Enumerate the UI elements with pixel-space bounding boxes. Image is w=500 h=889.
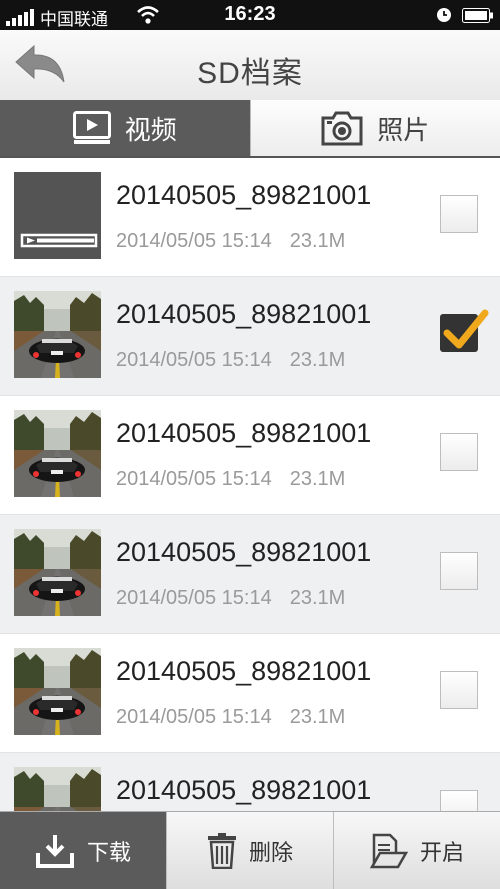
video-placeholder-thumbnail [14, 172, 101, 259]
tab-video-label: 视频 [125, 110, 177, 147]
file-row[interactable]: 20140505_89821001 2014/05/05 15:14 23.1M [0, 634, 500, 753]
tab-video[interactable]: 视频 [0, 100, 250, 156]
file-row[interactable]: 20140505_89821001 2014/05/05 15:14 23.1M [0, 158, 500, 277]
file-name: 20140505_89821001 [116, 656, 371, 687]
video-thumbnail [14, 529, 101, 616]
select-checkbox[interactable] [440, 433, 478, 471]
download-label: 下载 [87, 835, 131, 867]
open-label: 开启 [420, 835, 464, 867]
file-size: 23.1M [290, 349, 346, 371]
file-date: 2014/05/05 15:14 [116, 349, 272, 371]
file-meta: 2014/05/05 15:14 23.1M [116, 468, 345, 491]
file-meta: 2014/05/05 15:14 23.1M [116, 706, 345, 729]
file-row[interactable]: 20140505_89821001 2014/05/05 15:14 23.1M [0, 396, 500, 515]
navigation-bar: SD档案 [0, 30, 500, 101]
video-thumbnail [14, 648, 101, 735]
file-row[interactable]: 20140505_89821001 2014/05/05 15:14 23.1M [0, 515, 500, 634]
tab-photo[interactable]: 照片 [250, 100, 500, 156]
file-date: 2014/05/05 15:14 [116, 587, 272, 609]
video-thumbnail [14, 767, 101, 811]
file-name: 20140505_89821001 [116, 537, 371, 568]
file-meta: 2014/05/05 15:14 23.1M [116, 349, 345, 372]
video-thumbnail [14, 410, 101, 497]
open-folder-icon [370, 833, 408, 869]
file-date: 2014/05/05 15:14 [116, 468, 272, 490]
file-name: 20140505_89821001 [116, 775, 371, 806]
file-meta: 2014/05/05 15:14 23.1M [116, 230, 345, 253]
checkmark-icon [439, 307, 491, 357]
file-date: 2014/05/05 15:14 [116, 230, 272, 252]
file-list: 20140505_89821001 2014/05/05 15:14 23.1M 2… [0, 158, 500, 811]
delete-button[interactable]: 删除 [166, 812, 333, 889]
video-thumbnail [14, 291, 101, 378]
video-icon [73, 111, 111, 145]
delete-label: 删除 [249, 835, 293, 867]
camera-icon [321, 110, 363, 146]
tab-photo-label: 照片 [377, 110, 429, 147]
file-name: 20140505_89821001 [116, 299, 371, 330]
battery-icon [462, 8, 494, 23]
file-row[interactable]: 20140505_89821001 2014/05/05 15:14 23.1M [0, 277, 500, 396]
select-checkbox[interactable] [440, 314, 478, 352]
file-row[interactable]: 20140505_898210012014/05/05 15:1423.1M [0, 753, 500, 811]
bottom-toolbar: 下载 删除 开启 [0, 811, 500, 889]
file-name: 20140505_89821001 [116, 418, 371, 449]
open-button[interactable]: 开启 [333, 812, 500, 889]
select-checkbox[interactable] [440, 671, 478, 709]
media-type-tabs: 视频 照片 [0, 100, 500, 158]
select-checkbox[interactable] [440, 195, 478, 233]
status-bar: 中国联通 16:23 [0, 0, 500, 30]
file-size: 23.1M [290, 587, 346, 609]
file-size: 23.1M [290, 706, 346, 728]
file-name: 20140505_89821001 [116, 180, 371, 211]
download-icon [35, 833, 75, 869]
file-size: 23.1M [290, 230, 346, 252]
alarm-clock-icon [436, 7, 452, 23]
download-button[interactable]: 下载 [0, 812, 166, 889]
file-size: 23.1M [290, 468, 346, 490]
file-date: 2014/05/05 15:14 [116, 706, 272, 728]
select-checkbox[interactable] [440, 552, 478, 590]
select-checkbox[interactable] [440, 790, 478, 811]
file-meta: 2014/05/05 15:14 23.1M [116, 587, 345, 610]
page-title: SD档案 [0, 48, 500, 92]
trash-icon [207, 833, 237, 869]
status-time: 16:23 [0, 3, 500, 26]
